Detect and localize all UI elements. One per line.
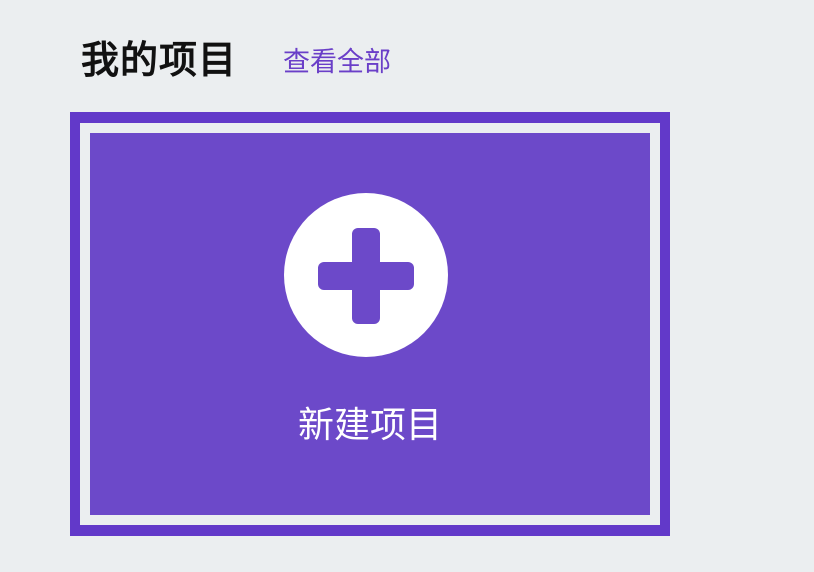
plus-circle-icon[interactable]	[284, 193, 448, 357]
view-all-link[interactable]: 查看全部	[283, 45, 391, 76]
section-header: 我的项目 查看全部	[81, 32, 391, 88]
page-title: 我的项目	[81, 38, 238, 82]
plus-horizontal-bar	[318, 262, 414, 290]
new-project-label[interactable]: 新建项目	[70, 404, 670, 447]
